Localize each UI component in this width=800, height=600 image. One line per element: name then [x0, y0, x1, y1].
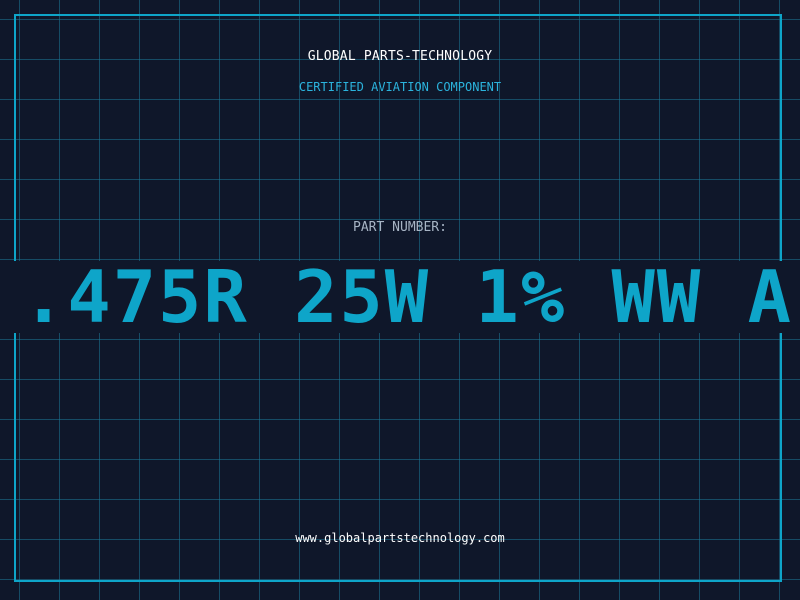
brand-tagline: CERTIFIED AVIATION COMPONENT: [298, 80, 502, 94]
part-number-label: PART NUMBER:: [353, 220, 447, 235]
website-link[interactable]: www.globalpartstechnology.com: [0, 531, 800, 545]
part-number-band: .475R 25W 1% WW AL: [0, 261, 800, 333]
brand-name: GLOBAL PARTS-TECHNOLOGY: [307, 49, 493, 64]
part-number-value: .475R 25W 1% WW AL: [22, 261, 800, 333]
label-card: GLOBAL PARTS-TECHNOLOGY CERTIFIED AVIATI…: [0, 0, 800, 600]
